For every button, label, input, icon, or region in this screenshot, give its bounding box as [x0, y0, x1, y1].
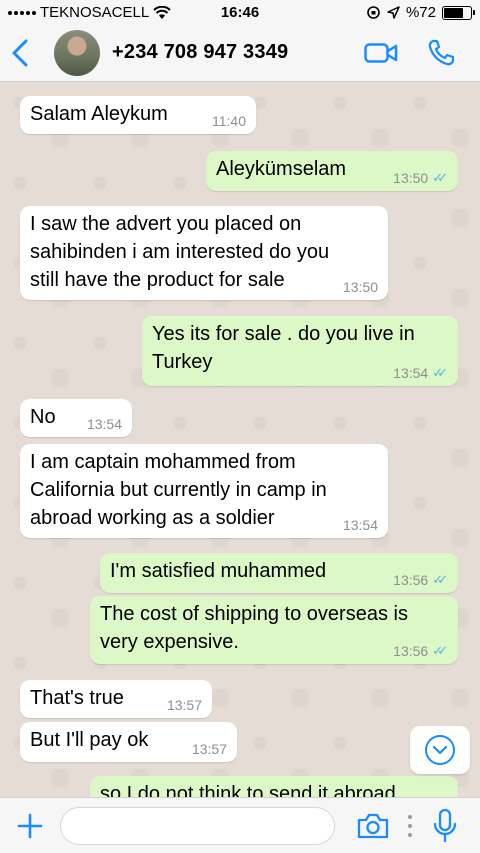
chat-area[interactable]: Salam Aleykum 11:40 Aleykümselam 13:50 ✓✓…: [0, 83, 480, 798]
message-input[interactable]: [60, 807, 335, 845]
microphone-icon[interactable]: [432, 808, 458, 844]
message-time: 13:54: [86, 416, 122, 432]
message-time: 13:50: [342, 279, 378, 295]
message-time: 13:57: [191, 741, 227, 757]
message-text: Aleykümselam: [216, 158, 347, 180]
message-text: But I'll pay ok: [30, 729, 149, 751]
carrier-area: TEKNOSACELL: [8, 4, 171, 21]
battery-icon: [442, 5, 475, 20]
battery-percent: %72: [405, 4, 436, 21]
message-bubble[interactable]: I am captain mohammed from California bu…: [20, 444, 388, 538]
message-time: 11:40: [212, 113, 246, 129]
message-text: Salam Aleykum: [30, 103, 168, 125]
input-bar: [0, 797, 480, 853]
message-line: California but currently in camp in: [30, 479, 327, 501]
read-ticks-icon: ✓✓: [432, 170, 448, 185]
signal-strength-icon: [8, 10, 36, 15]
message-text: so I do not think to send it abroad: [100, 783, 396, 798]
message-bubble[interactable]: Aleykümselam 13:50 ✓✓: [206, 151, 458, 191]
message-bubble[interactable]: I saw the advert you placed on sahibinde…: [20, 206, 388, 300]
message-time: 13:56 ✓✓: [393, 572, 448, 588]
camera-icon[interactable]: [356, 812, 390, 840]
message-bubble[interactable]: so I do not think to send it abroad: [90, 776, 458, 798]
carrier-name: TEKNOSACELL: [40, 4, 150, 21]
message-bubble[interactable]: The cost of shipping to overseas is very…: [90, 596, 458, 664]
message-time: 13:54 ✓✓: [393, 365, 448, 381]
message-bubble[interactable]: Salam Aleykum 11:40: [20, 96, 256, 134]
message-text: No: [30, 406, 56, 428]
location-arrow-icon: [387, 6, 400, 19]
message-line: abroad working as a soldier: [30, 507, 275, 529]
message-bubble[interactable]: That's true 13:57: [20, 680, 212, 718]
wifi-icon: [153, 5, 171, 19]
read-ticks-icon: ✓✓: [432, 365, 448, 380]
scroll-to-bottom-button[interactable]: [410, 726, 470, 774]
avatar[interactable]: [54, 30, 100, 76]
read-ticks-icon: ✓✓: [432, 572, 448, 587]
message-line: sahibinden i am interested do you: [30, 241, 330, 263]
message-line: still have the product for sale: [30, 269, 285, 291]
rotation-lock-icon: [367, 6, 380, 19]
message-text: That's true: [30, 687, 124, 709]
message-line: I am captain mohammed from: [30, 451, 296, 473]
message-bubble[interactable]: No 13:54: [20, 399, 132, 437]
message-time: 13:54: [342, 517, 378, 533]
message-bubble[interactable]: I'm satisfied muhammed 13:56 ✓✓: [100, 553, 458, 593]
message-time: 13:50 ✓✓: [393, 170, 448, 186]
status-bar: TEKNOSACELL 16:46 %72: [0, 0, 480, 26]
message-bubble[interactable]: Yes its for sale . do you live in Turkey…: [142, 316, 458, 386]
message-bubble[interactable]: But I'll pay ok 13:57: [20, 722, 237, 762]
phone-icon[interactable]: [426, 38, 456, 68]
message-line: The cost of shipping to overseas is: [100, 603, 408, 625]
more-options-icon[interactable]: [406, 813, 414, 839]
plus-icon[interactable]: [16, 812, 44, 840]
message-time: 13:56 ✓✓: [393, 643, 448, 659]
chat-header: +234 708 947 3349: [0, 26, 480, 82]
status-right: %72: [366, 4, 475, 21]
message-line: I saw the advert you placed on: [30, 213, 302, 235]
contact-name[interactable]: +234 708 947 3349: [112, 41, 288, 64]
battery-level: [444, 7, 463, 18]
read-ticks-icon: ✓✓: [432, 643, 448, 658]
message-time: 13:57: [166, 697, 202, 713]
video-camera-icon[interactable]: [364, 42, 398, 64]
chevron-left-icon[interactable]: [8, 38, 32, 68]
message-text: I'm satisfied muhammed: [110, 560, 327, 582]
chevron-down-icon: [425, 735, 455, 765]
message-line: Yes its for sale . do you live in: [152, 323, 415, 345]
